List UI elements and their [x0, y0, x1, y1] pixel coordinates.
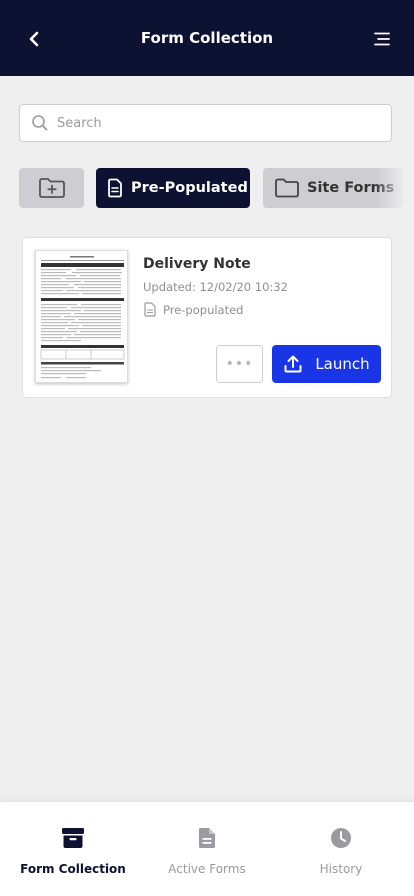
- more-options-button[interactable]: •••: [216, 345, 263, 383]
- folder-icon: [275, 178, 299, 198]
- menu-button[interactable]: [370, 27, 394, 51]
- launch-button[interactable]: Launch: [272, 345, 381, 383]
- filter-chip-pre-populated[interactable]: Pre-Populated: [96, 168, 250, 208]
- tab-label: Form Collection: [20, 862, 126, 876]
- tab-active-forms[interactable]: Active Forms: [138, 802, 276, 896]
- bottom-tab-bar: Form Collection Active Forms History: [0, 802, 414, 896]
- tab-label: History: [319, 862, 363, 876]
- clock-icon: [329, 826, 353, 850]
- back-button[interactable]: [22, 27, 46, 51]
- chevron-left-icon: [29, 31, 39, 47]
- form-type-label: Pre-populated: [163, 302, 244, 317]
- search-box[interactable]: [19, 104, 392, 142]
- document-icon: [108, 178, 122, 198]
- search-icon: [31, 114, 49, 132]
- archive-box-icon: [61, 826, 85, 850]
- filter-chips: Pre-Populated Site Forms: [19, 168, 414, 208]
- upload-icon: [283, 354, 303, 374]
- tab-history[interactable]: History: [272, 802, 410, 896]
- hamburger-menu-icon: [374, 32, 390, 46]
- tab-label: Active Forms: [168, 862, 246, 876]
- scroll-fade: [374, 168, 414, 208]
- form-card[interactable]: Delivery Note Updated: 12/02/20 10:32 Pr…: [22, 237, 392, 398]
- form-updated-timestamp: Updated: 12/02/20 10:32: [143, 280, 288, 294]
- file-text-icon: [195, 826, 219, 850]
- more-options-label: •••: [225, 356, 254, 372]
- tab-form-collection[interactable]: Form Collection: [4, 802, 142, 896]
- launch-label: Launch: [315, 355, 370, 373]
- filter-chip-label: Pre-Populated: [131, 180, 248, 196]
- add-folder-button[interactable]: [19, 168, 84, 208]
- form-thumbnail: [35, 250, 128, 383]
- app-header: Form Collection: [0, 0, 414, 76]
- folder-plus-icon: [38, 178, 65, 198]
- form-name: Delivery Note: [143, 256, 251, 272]
- form-type: Pre-populated: [143, 302, 243, 317]
- search-input[interactable]: [57, 115, 357, 131]
- page-title: Form Collection: [140, 29, 274, 47]
- document-icon: [143, 302, 157, 317]
